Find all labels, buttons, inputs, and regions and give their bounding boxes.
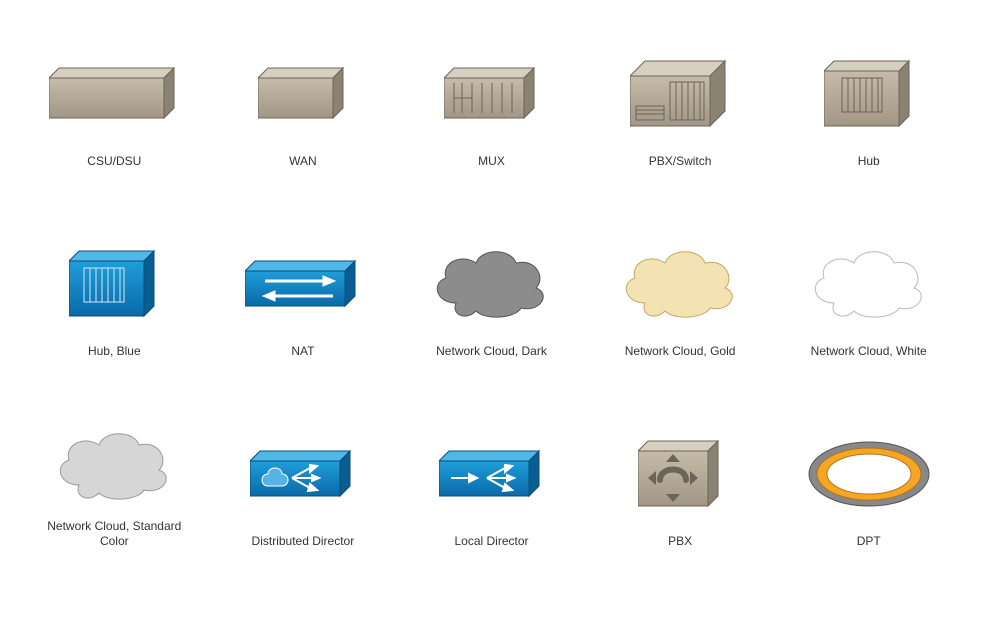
local-director-icon	[439, 446, 544, 501]
shape-local-director[interactable]: Local Director	[407, 420, 576, 550]
shape-label: Network Cloud, Standard Color	[34, 519, 194, 550]
shape-label: PBX	[668, 534, 692, 550]
cloud-gold-icon	[615, 243, 745, 323]
mux-icon	[444, 63, 539, 123]
cloud-dark-icon	[426, 243, 556, 323]
hub-blue-icon	[69, 246, 159, 321]
shape-pbx-switch[interactable]: PBX/Switch	[596, 40, 765, 170]
shape-label: Network Cloud, Gold	[625, 344, 736, 360]
shape-label: Network Cloud, White	[811, 344, 927, 360]
csu-dsu-icon	[49, 63, 179, 123]
wan-icon	[258, 63, 348, 123]
shape-palette: CSU/DSU WAN	[30, 40, 953, 550]
shape-distributed-director[interactable]: Distributed Director	[219, 420, 388, 550]
shape-mux[interactable]: MUX	[407, 40, 576, 170]
shape-label: MUX	[478, 154, 505, 170]
nat-icon	[245, 256, 360, 311]
shape-csu-dsu[interactable]: CSU/DSU	[30, 40, 199, 170]
cloud-standard-icon	[49, 425, 179, 505]
shape-label: NAT	[291, 344, 314, 360]
shape-label: CSU/DSU	[87, 154, 141, 170]
shape-dpt[interactable]: DPT	[784, 420, 953, 550]
shape-cloud-white[interactable]: Network Cloud, White	[784, 230, 953, 360]
shape-hub[interactable]: Hub	[784, 40, 953, 170]
dpt-icon	[804, 436, 934, 511]
shape-nat[interactable]: NAT	[219, 230, 388, 360]
shape-cloud-gold[interactable]: Network Cloud, Gold	[596, 230, 765, 360]
shape-cloud-standard[interactable]: Network Cloud, Standard Color	[30, 420, 199, 550]
shape-label: Distributed Director	[252, 534, 355, 550]
shape-label: Hub, Blue	[88, 344, 141, 360]
shape-label: Local Director	[454, 534, 528, 550]
pbx-switch-icon	[630, 56, 730, 131]
hub-icon	[824, 56, 914, 131]
shape-wan[interactable]: WAN	[219, 40, 388, 170]
shape-label: Network Cloud, Dark	[436, 344, 547, 360]
shape-cloud-dark[interactable]: Network Cloud, Dark	[407, 230, 576, 360]
shape-label: PBX/Switch	[649, 154, 712, 170]
pbx-icon	[638, 436, 723, 511]
shape-label: Hub	[858, 154, 880, 170]
shape-pbx[interactable]: PBX	[596, 420, 765, 550]
shape-label: DPT	[857, 534, 881, 550]
distributed-director-icon	[250, 446, 355, 501]
shape-label: WAN	[289, 154, 317, 170]
shape-hub-blue[interactable]: Hub, Blue	[30, 230, 199, 360]
cloud-white-icon	[804, 243, 934, 323]
